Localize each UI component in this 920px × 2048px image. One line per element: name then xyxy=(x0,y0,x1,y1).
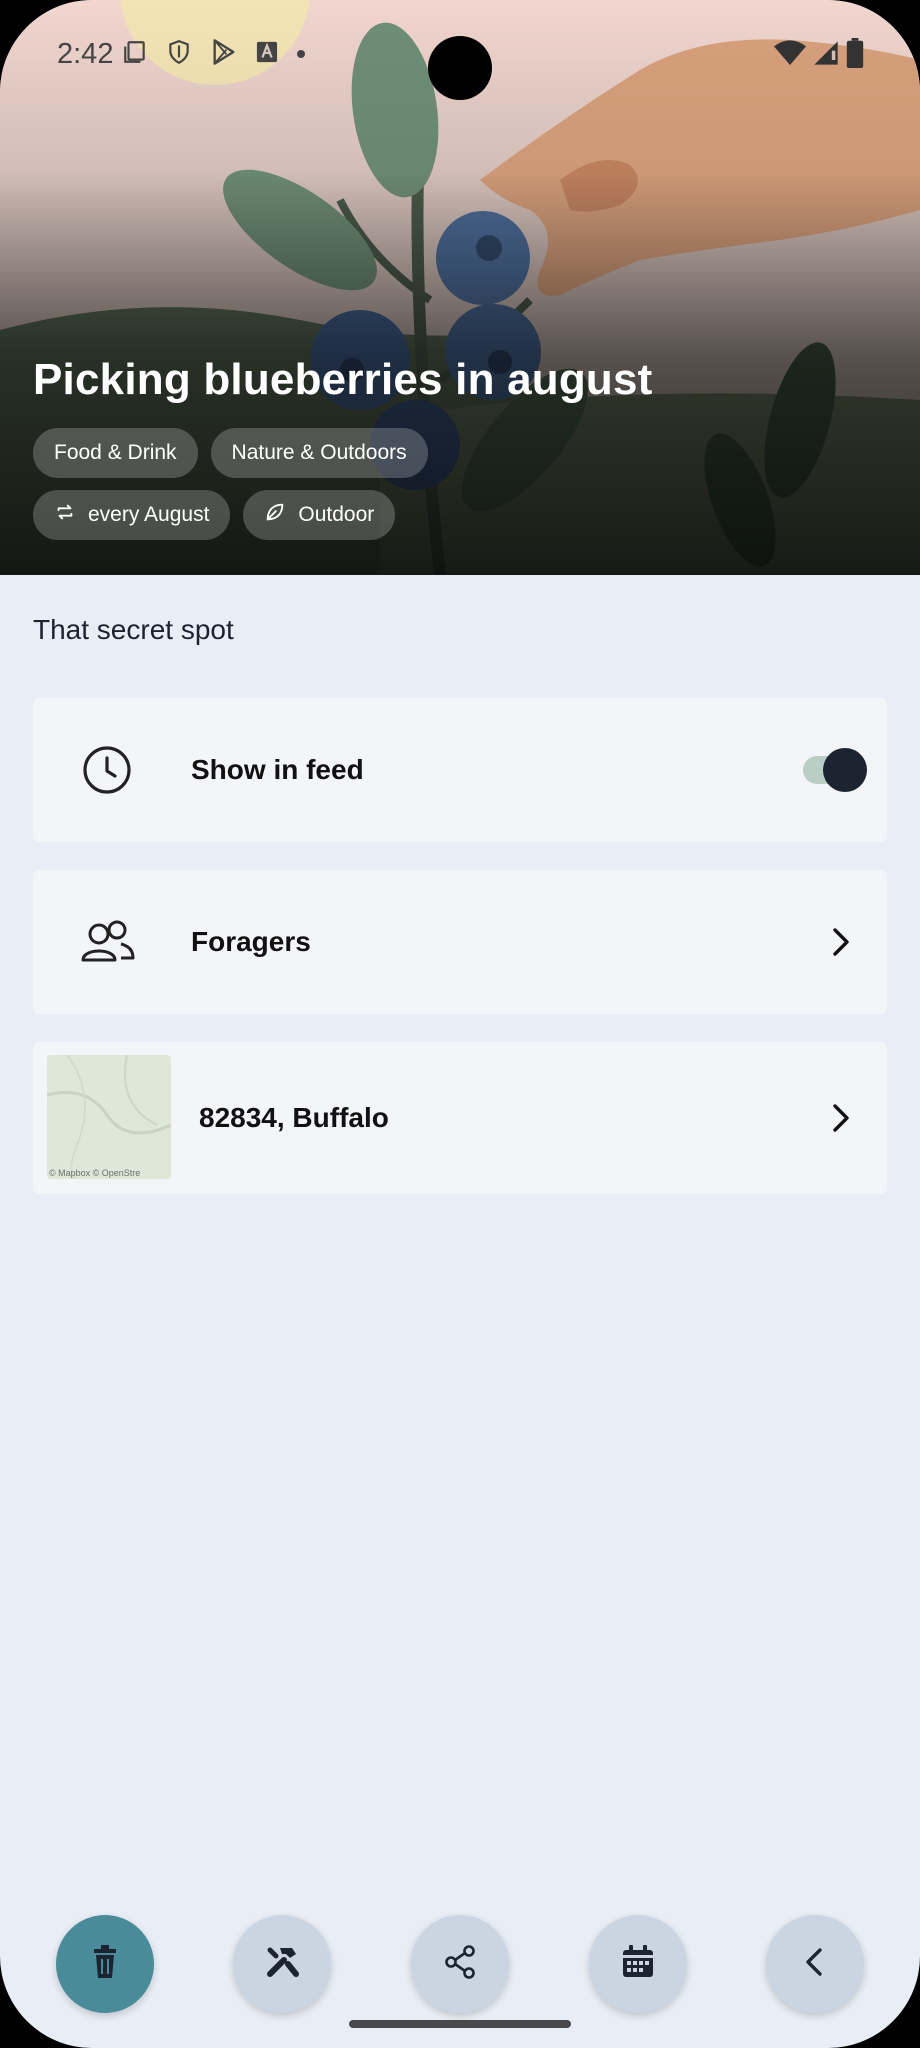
recurrence-chip[interactable]: every August xyxy=(33,490,231,540)
camera-cutout xyxy=(428,36,492,100)
leaf-icon xyxy=(264,501,286,529)
event-description: That secret spot xyxy=(33,614,234,645)
category-chip[interactable]: Food & Drink xyxy=(33,428,198,478)
calendar-icon xyxy=(618,1942,658,1987)
foragers-label: Foragers xyxy=(191,926,311,957)
attribute-chips: every August Outdoor xyxy=(33,490,396,540)
map-thumbnail: © Mapbox © OpenStre xyxy=(47,1055,171,1179)
system-icons xyxy=(774,38,864,73)
battery-icon xyxy=(846,38,864,73)
app-screen: 2:42 Picking blueberries in august Food … xyxy=(0,0,920,2048)
share-button[interactable] xyxy=(411,1915,509,2013)
status-time: 2:42 xyxy=(57,38,114,70)
share-icon xyxy=(440,1942,480,1987)
play-store-icon xyxy=(210,38,238,71)
edit-tools-button[interactable] xyxy=(233,1915,331,2013)
setting-label: Outdoor xyxy=(298,503,375,526)
chevron-right-icon xyxy=(819,1096,863,1140)
location-row[interactable]: © Mapbox © OpenStre 82834, Buffalo xyxy=(33,1042,887,1194)
show-in-feed-label: Show in feed xyxy=(191,754,364,785)
back-button[interactable] xyxy=(766,1915,864,2013)
hero-header: 2:42 Picking blueberries in august Food … xyxy=(0,0,920,575)
trash-icon xyxy=(85,1942,125,1987)
show-in-feed-toggle[interactable] xyxy=(801,748,867,792)
signal-icon xyxy=(812,39,840,72)
repeat-icon xyxy=(54,501,76,529)
category-chip[interactable]: Nature & Outdoors xyxy=(210,428,428,478)
category-chip-label: Food & Drink xyxy=(54,441,177,464)
clock-icon xyxy=(75,738,139,802)
recurrence-label: every August xyxy=(88,503,210,526)
text-icon xyxy=(256,41,278,68)
map-attribution: © Mapbox © OpenStre xyxy=(49,1168,141,1178)
wifi-icon xyxy=(774,39,806,72)
tools-icon xyxy=(262,1942,302,1987)
notification-icons xyxy=(122,38,306,71)
foragers-row[interactable]: Foragers xyxy=(33,870,887,1014)
location-label: 82834, Buffalo xyxy=(199,1102,389,1133)
toggle-thumb xyxy=(823,748,867,792)
chevron-right-icon xyxy=(819,920,863,964)
setting-chip[interactable]: Outdoor xyxy=(243,490,396,540)
calendar-button[interactable] xyxy=(589,1915,687,2013)
people-icon xyxy=(75,910,139,974)
page-title: Picking blueberries in august xyxy=(33,355,653,404)
category-chips: Food & Drink Nature & Outdoors xyxy=(33,428,428,478)
delete-button[interactable] xyxy=(56,1915,154,2013)
shield-icon xyxy=(166,39,192,70)
screenshot-icon xyxy=(122,39,148,70)
show-in-feed-row[interactable]: Show in feed xyxy=(33,698,887,842)
category-chip-label: Nature & Outdoors xyxy=(231,441,407,464)
home-indicator[interactable] xyxy=(349,2020,571,2028)
chevron-left-icon xyxy=(795,1942,835,1987)
dot-icon xyxy=(296,46,306,64)
